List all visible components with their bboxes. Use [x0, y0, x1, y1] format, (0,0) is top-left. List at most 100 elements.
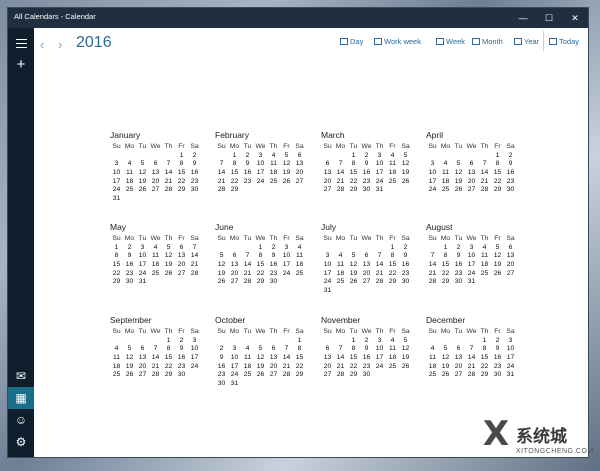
day-cell[interactable]: 17 [136, 261, 149, 270]
day-cell[interactable]: 30 [175, 371, 188, 380]
day-cell[interactable]: 14 [478, 169, 491, 178]
day-cell[interactable]: 11 [267, 160, 280, 169]
settings-gear-icon[interactable]: ⚙ [8, 431, 34, 453]
day-cell[interactable]: 27 [136, 371, 149, 380]
day-cell[interactable]: 2 [360, 152, 373, 161]
day-cell[interactable]: 21 [334, 363, 347, 372]
hamburger-menu-icon[interactable] [8, 32, 34, 50]
day-cell[interactable]: 24 [110, 186, 123, 195]
day-cell[interactable]: 27 [452, 371, 465, 380]
day-cell[interactable]: 18 [149, 261, 162, 270]
day-cell[interactable]: 18 [386, 169, 399, 178]
day-cell[interactable]: 21 [188, 261, 201, 270]
day-cell[interactable]: 1 [491, 152, 504, 161]
day-cell[interactable]: 1 [347, 152, 360, 161]
day-cell[interactable]: 21 [465, 363, 478, 372]
day-cell[interactable]: 27 [267, 371, 280, 380]
day-cell[interactable]: 23 [123, 270, 136, 279]
day-cell[interactable]: 16 [491, 354, 504, 363]
day-cell[interactable]: 18 [478, 261, 491, 270]
day-cell[interactable]: 2 [360, 337, 373, 346]
day-cell[interactable]: 25 [123, 186, 136, 195]
day-cell[interactable]: 30 [360, 186, 373, 195]
day-cell[interactable]: 29 [162, 371, 175, 380]
day-cell[interactable]: 27 [321, 186, 334, 195]
day-cell[interactable]: 25 [439, 186, 452, 195]
day-cell[interactable]: 1 [228, 152, 241, 161]
day-cell[interactable]: 25 [293, 270, 306, 279]
day-cell[interactable]: 15 [386, 261, 399, 270]
day-cell[interactable]: 4 [426, 345, 439, 354]
day-cell[interactable]: 30 [360, 371, 373, 380]
day-cell[interactable]: 10 [280, 252, 293, 261]
day-cell[interactable]: 10 [110, 169, 123, 178]
day-cell[interactable]: 22 [110, 270, 123, 279]
day-cell[interactable]: 21 [241, 270, 254, 279]
day-cell[interactable]: 1 [386, 244, 399, 253]
day-cell[interactable]: 22 [491, 178, 504, 187]
day-cell[interactable]: 4 [334, 252, 347, 261]
day-cell[interactable]: 20 [267, 363, 280, 372]
day-cell[interactable]: 19 [399, 169, 412, 178]
day-cell[interactable]: 28 [241, 278, 254, 287]
day-cell[interactable]: 13 [504, 252, 517, 261]
day-cell[interactable]: 16 [241, 169, 254, 178]
day-cell[interactable]: 26 [123, 371, 136, 380]
day-cell[interactable]: 24 [136, 270, 149, 279]
day-cell[interactable]: 10 [136, 252, 149, 261]
day-cell[interactable]: 12 [136, 169, 149, 178]
day-cell[interactable]: 19 [439, 363, 452, 372]
day-cell[interactable]: 20 [321, 178, 334, 187]
day-cell[interactable]: 11 [293, 252, 306, 261]
day-cell[interactable]: 8 [491, 160, 504, 169]
day-cell[interactable]: 31 [504, 371, 517, 380]
day-cell[interactable]: 31 [110, 195, 123, 204]
day-cell[interactable]: 1 [293, 337, 306, 346]
day-cell[interactable]: 19 [399, 354, 412, 363]
day-cell[interactable]: 2 [504, 152, 517, 161]
day-cell[interactable]: 28 [334, 371, 347, 380]
day-cell[interactable]: 16 [215, 363, 228, 372]
day-cell[interactable]: 23 [188, 178, 201, 187]
day-cell[interactable]: 2 [452, 244, 465, 253]
day-cell[interactable]: 16 [360, 169, 373, 178]
day-cell[interactable]: 1 [110, 244, 123, 253]
month-name[interactable]: February [215, 130, 315, 142]
day-cell[interactable]: 3 [465, 244, 478, 253]
day-cell[interactable]: 10 [321, 261, 334, 270]
day-cell[interactable]: 27 [228, 278, 241, 287]
day-cell[interactable]: 5 [347, 252, 360, 261]
month-january[interactable]: January Su Mo Tu We Th Fr Sa 1 2 3 4 5 6 7 8 9 10 11 12 13 14… [110, 130, 210, 204]
day-cell[interactable]: 31 [465, 278, 478, 287]
day-cell[interactable]: 5 [280, 152, 293, 161]
today-button[interactable]: Today [549, 35, 579, 49]
day-cell[interactable]: 9 [175, 345, 188, 354]
day-cell[interactable]: 23 [452, 270, 465, 279]
day-cell[interactable]: 28 [478, 186, 491, 195]
day-cell[interactable]: 26 [254, 371, 267, 380]
day-cell[interactable]: 3 [110, 160, 123, 169]
day-cell[interactable]: 22 [439, 270, 452, 279]
day-cell[interactable]: 26 [399, 178, 412, 187]
day-cell[interactable]: 13 [136, 354, 149, 363]
month-december[interactable]: December Su Mo Tu We Th Fr Sa 1 2 3 4 5 6 7 8 9 10 11 12 13 1… [426, 315, 526, 380]
day-cell[interactable]: 11 [439, 169, 452, 178]
day-cell[interactable]: 22 [347, 178, 360, 187]
day-cell[interactable]: 17 [504, 354, 517, 363]
day-cell[interactable]: 26 [162, 270, 175, 279]
day-cell[interactable]: 3 [254, 152, 267, 161]
day-cell[interactable]: 20 [321, 363, 334, 372]
day-cell[interactable]: 24 [373, 178, 386, 187]
day-cell[interactable]: 2 [123, 244, 136, 253]
day-cell[interactable]: 15 [254, 261, 267, 270]
day-cell[interactable]: 6 [228, 252, 241, 261]
day-cell[interactable]: 27 [465, 186, 478, 195]
day-cell[interactable]: 15 [439, 261, 452, 270]
day-cell[interactable]: 19 [452, 178, 465, 187]
day-cell[interactable]: 11 [478, 252, 491, 261]
day-cell[interactable]: 14 [334, 169, 347, 178]
day-cell[interactable]: 29 [175, 186, 188, 195]
month-name[interactable]: June [215, 222, 315, 234]
month-june[interactable]: June Su Mo Tu We Th Fr Sa 1 2 3 4 5 6 7 8 9 10 11 12 13 14 15 1… [215, 222, 315, 287]
day-cell[interactable]: 22 [162, 363, 175, 372]
